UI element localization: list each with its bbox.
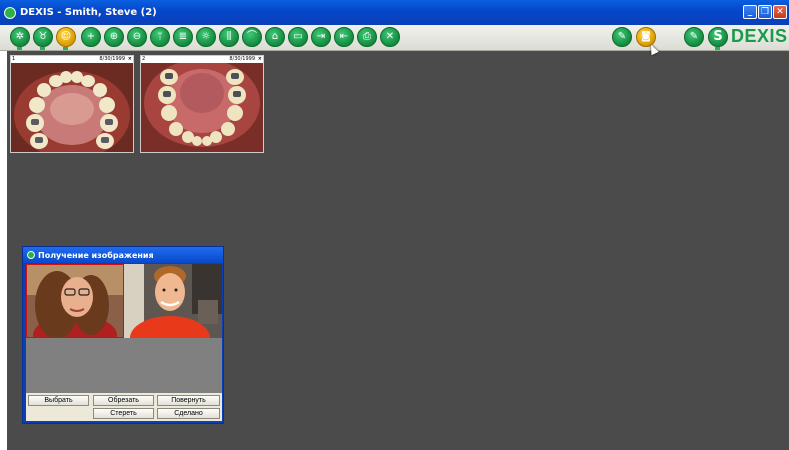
thumbnail-date: 8/30/1999 bbox=[99, 56, 125, 62]
pen-icon[interactable]: ✎ bbox=[612, 27, 632, 47]
title-bar: DEXIS - Smith, Steve (2) _ ❐ ✕ bbox=[0, 0, 789, 25]
dropdown-indicator bbox=[63, 47, 68, 50]
erase-button[interactable]: Стереть bbox=[93, 408, 154, 419]
upper-arch-image bbox=[11, 63, 133, 152]
notes-icon[interactable]: ≣ bbox=[173, 27, 193, 47]
tooth-icon[interactable]: ♉ bbox=[33, 27, 53, 47]
person-icon[interactable]: ☺ bbox=[56, 27, 76, 47]
print-icon[interactable]: ⎙ bbox=[357, 27, 377, 47]
lower-arch-image bbox=[141, 63, 263, 152]
rotate-button[interactable]: Повернуть bbox=[157, 395, 220, 406]
left-border bbox=[0, 51, 7, 450]
export-icon[interactable]: ⇤ bbox=[334, 27, 354, 47]
camera-preview bbox=[124, 264, 222, 338]
teeth-compare-icon[interactable]: ⫼ bbox=[219, 27, 239, 47]
close-button[interactable]: ✕ bbox=[773, 5, 787, 19]
intraoral-thumbnail[interactable]: 2 8/30/1999 × bbox=[140, 55, 264, 153]
dexis-s-logo: S bbox=[708, 27, 728, 47]
home-icon[interactable]: ⌂ bbox=[265, 27, 285, 47]
toolbar: ✲ ♉ ☺ + ⊕ ⊖ ᛘ ≣ ☼ ⫼ ⌒ ⌂ ▭ ⇥ ⇤ ⎙ ✕ ✎ ◙ ✎ … bbox=[0, 25, 789, 51]
thumbnail-index: 2 bbox=[142, 56, 146, 62]
tooth-select-icon[interactable]: ᛘ bbox=[150, 27, 170, 47]
dropdown-indicator bbox=[17, 47, 22, 50]
select-button[interactable]: Выбрать bbox=[28, 395, 89, 406]
thumbnail-index: 1 bbox=[12, 56, 16, 62]
capture-dialog: Получение изображения Выбрать Обрезать П… bbox=[22, 246, 224, 424]
dropdown-indicator bbox=[40, 47, 45, 50]
thumbnail-close-icon[interactable]: × bbox=[128, 56, 132, 63]
thumbnail-header: 2 8/30/1999 × bbox=[141, 56, 263, 63]
done-button[interactable]: Сделано bbox=[157, 408, 220, 419]
zoom-in-icon[interactable]: ⊕ bbox=[104, 27, 124, 47]
dialog-button-bar: Выбрать Обрезать Повернуть Стереть Сдела… bbox=[26, 393, 222, 421]
edit-icon[interactable]: ✎ bbox=[684, 27, 704, 47]
captured-photo-selected[interactable] bbox=[26, 264, 124, 338]
dialog-body: Выбрать Обрезать Повернуть Стереть Сдела… bbox=[26, 264, 222, 421]
window-controls: _ ❐ ✕ bbox=[743, 5, 787, 19]
dexis-app-icon bbox=[27, 251, 35, 259]
dialog-title: Получение изображения bbox=[38, 250, 154, 260]
open-folder-icon[interactable]: ▭ bbox=[288, 27, 308, 47]
zoom-out-icon[interactable]: ⊖ bbox=[127, 27, 147, 47]
dialog-title-bar: Получение изображения bbox=[23, 247, 223, 263]
dexis-app-icon bbox=[4, 6, 16, 19]
window-title: DEXIS - Smith, Steve (2) bbox=[20, 7, 157, 18]
minimize-button[interactable]: _ bbox=[743, 5, 757, 19]
intraoral-thumbnail[interactable]: 1 8/30/1999 × bbox=[10, 55, 134, 153]
thumbnail-date: 8/30/1999 bbox=[229, 56, 255, 62]
dropdown-indicator bbox=[715, 47, 720, 50]
thumbnail-close-icon[interactable]: × bbox=[258, 56, 262, 63]
plus-icon[interactable]: + bbox=[81, 27, 101, 47]
crop-button[interactable]: Обрезать bbox=[93, 395, 154, 406]
thumbnail-header: 1 8/30/1999 × bbox=[11, 56, 133, 63]
dexis-logo-icon[interactable]: ✲ bbox=[10, 27, 30, 47]
close-x-icon[interactable]: ✕ bbox=[380, 27, 400, 47]
import-icon[interactable]: ⇥ bbox=[311, 27, 331, 47]
restore-button[interactable]: ❐ bbox=[758, 5, 772, 19]
tooth-chart-icon[interactable]: ⌒ bbox=[242, 27, 262, 47]
brightness-icon[interactable]: ☼ bbox=[196, 27, 216, 47]
dexis-logo-text: DEXIS bbox=[731, 26, 788, 46]
